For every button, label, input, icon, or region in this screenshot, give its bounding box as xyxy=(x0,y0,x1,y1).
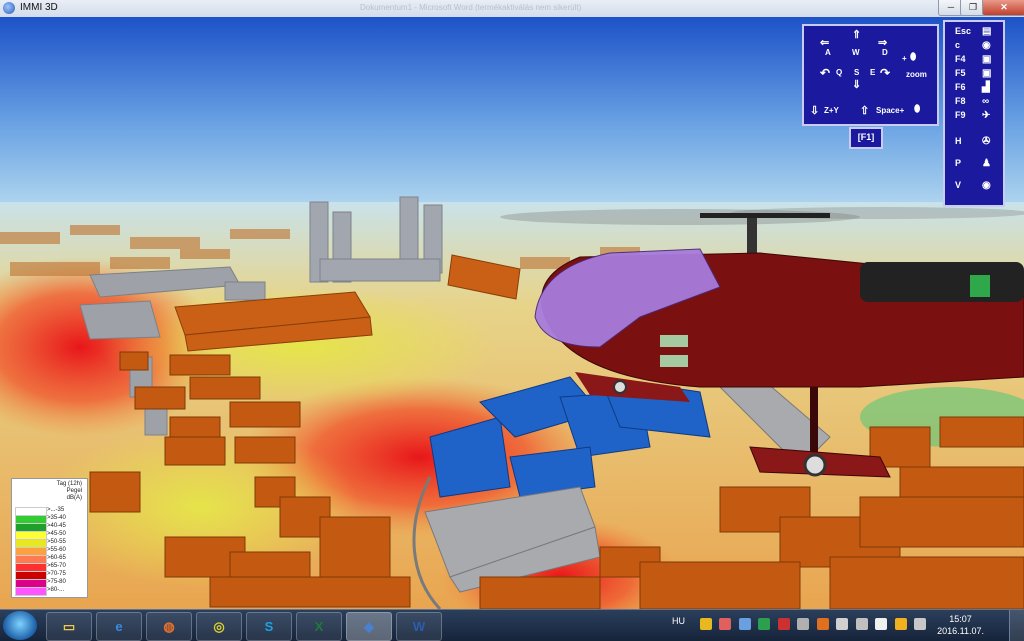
legend-label: >75-80 xyxy=(47,579,66,585)
legend-label: >55-60 xyxy=(47,547,66,553)
close-button[interactable]: ✕ xyxy=(982,0,1024,16)
key-a-label: A xyxy=(825,48,831,57)
eye-icon: ◉ xyxy=(982,40,991,51)
view-eye-icon: ◉ xyxy=(982,180,991,191)
key-space-label: Space+ xyxy=(876,106,905,115)
taskbar-ie-button[interactable]: e xyxy=(96,612,142,641)
legend-label: >50-55 xyxy=(47,539,66,545)
fkey-row-v[interactable]: V ◉ xyxy=(949,180,999,193)
taskbar-excel-button[interactable]: X xyxy=(296,612,342,641)
taskbar-immi-button[interactable]: ◆ xyxy=(346,612,392,641)
legend-label: >60-65 xyxy=(47,555,66,561)
fkey-row-h[interactable]: H ✇ xyxy=(949,136,999,149)
key-zy-label: Z+Y xyxy=(824,106,839,115)
power-icon[interactable] xyxy=(894,618,907,630)
key-d-label: D xyxy=(882,48,888,57)
tray-app-icon[interactable] xyxy=(816,618,829,630)
arrow-down-icon: ⇓ xyxy=(852,79,862,91)
tray-app-icon[interactable] xyxy=(777,618,790,630)
tray-app-icon[interactable] xyxy=(738,618,751,630)
fkey-row-f6[interactable]: F6 ▟ xyxy=(949,82,999,95)
legend-label: >80-... xyxy=(47,587,65,593)
tray-app-icon[interactable] xyxy=(797,618,810,630)
arrow-up-icon: ⇑ xyxy=(852,29,862,41)
background-window-title: Dokumentum1 - Microsoft Word (termékakti… xyxy=(360,3,582,12)
legend-label: >35-40 xyxy=(47,515,66,521)
tray-app-icon[interactable] xyxy=(700,618,712,630)
tray-app-icon[interactable] xyxy=(719,618,732,630)
noise-level-legend: Tag (12h) Pegel dB(A) >...-35 >35-40 >40-4… xyxy=(11,478,88,598)
fkey-row-f9[interactable]: F9 ✈ xyxy=(949,110,999,123)
key-s-label: S xyxy=(854,68,860,77)
language-indicator[interactable]: HU xyxy=(672,616,685,626)
taskbar-firefox-button[interactable]: ◍ xyxy=(146,612,192,641)
arrow-down-outline-icon: ⇩ xyxy=(810,105,820,117)
start-button[interactable] xyxy=(3,611,37,640)
airplane-icon: ✈ xyxy=(982,110,991,121)
window-titlebar: IMMI 3D Dokumentum1 - Microsoft Word (te… xyxy=(0,0,1024,18)
legend-label: >45-50 xyxy=(47,531,66,537)
mouse-icon: ⬮ xyxy=(910,52,917,63)
legend-title-period: Tag (12h) xyxy=(56,481,82,487)
volume-icon[interactable] xyxy=(913,618,926,630)
legend-label: >70-75 xyxy=(47,571,66,577)
taskbar-chrome-button[interactable]: ◎ xyxy=(196,612,242,641)
key-e-label: E xyxy=(870,68,876,77)
arrow-up-outline-icon: ⇧ xyxy=(860,105,870,117)
flag-icon[interactable] xyxy=(875,618,888,630)
tray-app-icon[interactable] xyxy=(758,618,771,630)
key-w-label: W xyxy=(852,48,860,57)
legend-title-unit: dB(A) xyxy=(66,495,82,501)
buildings-icon: ▟ xyxy=(982,82,990,93)
navigation-help-panel: ⇐ A ⇑ W ⇒ D ↶ Q S ⇓ E ↷ + ⬮ zoom ⇩ Z+Y ⇧… xyxy=(802,24,939,126)
camera-icon: ▣ xyxy=(982,54,992,65)
pedestrian-icon: ♟ xyxy=(982,158,991,169)
fkey-row-f8[interactable]: F8 ∞ xyxy=(949,96,999,109)
system-tray xyxy=(700,617,929,633)
mouse-icon: ⬮ xyxy=(914,104,921,115)
show-desktop-button[interactable] xyxy=(1009,610,1024,641)
fkey-row-f4[interactable]: F4 ▣ xyxy=(949,54,999,67)
window-title: IMMI 3D xyxy=(20,2,58,13)
key-q-label: Q xyxy=(836,68,843,77)
taskbar-skype-button[interactable]: S xyxy=(246,612,292,641)
function-key-panel: Esc ▤ c ◉ F4 ▣ F5 ▣ F6 ▟ F8 ∞ F9 ✈ H ✇ P ♟ V ◉ xyxy=(943,20,1005,207)
legend-label: >65-70 xyxy=(47,563,66,569)
zoom-label: zoom xyxy=(906,70,927,79)
legend-label: >...-35 xyxy=(47,507,65,513)
f1-help-toggle[interactable]: [F1] xyxy=(849,127,883,149)
bluetooth-icon[interactable] xyxy=(836,618,849,630)
fkey-row-f5[interactable]: F5 ▣ xyxy=(949,68,999,81)
app-icon xyxy=(3,2,15,14)
rotate-left-icon: ↶ xyxy=(820,66,831,80)
list-icon: ▤ xyxy=(982,26,992,37)
network-icon[interactable] xyxy=(855,618,868,630)
camera-save-icon: ▣ xyxy=(982,68,992,79)
helicopter-icon: ✇ xyxy=(982,136,991,147)
fkey-row-esc[interactable]: Esc ▤ xyxy=(949,26,999,39)
legend-swatch xyxy=(15,587,47,596)
plus-label: + xyxy=(902,54,907,63)
clock-date: 2016.11.07. xyxy=(937,626,984,636)
rotate-right-icon: ↷ xyxy=(880,66,891,80)
taskbar-word-button[interactable]: W xyxy=(396,612,442,641)
infinity-icon: ∞ xyxy=(982,96,990,107)
clock-time: 15:07 xyxy=(949,614,972,624)
taskbar-explorer-button[interactable]: ▭ xyxy=(46,612,92,641)
windows-taskbar: ▭ e ◍ ◎ S X ◆ W HU 15:07 2016.11.07. xyxy=(0,609,1024,641)
fkey-row-c[interactable]: c ◉ xyxy=(949,40,999,53)
fkey-row-p[interactable]: P ♟ xyxy=(949,158,999,171)
legend-title-level: Pegel xyxy=(66,488,82,494)
clock[interactable]: 15:07 2016.11.07. xyxy=(937,613,984,637)
legend-label: >40-45 xyxy=(47,523,66,529)
